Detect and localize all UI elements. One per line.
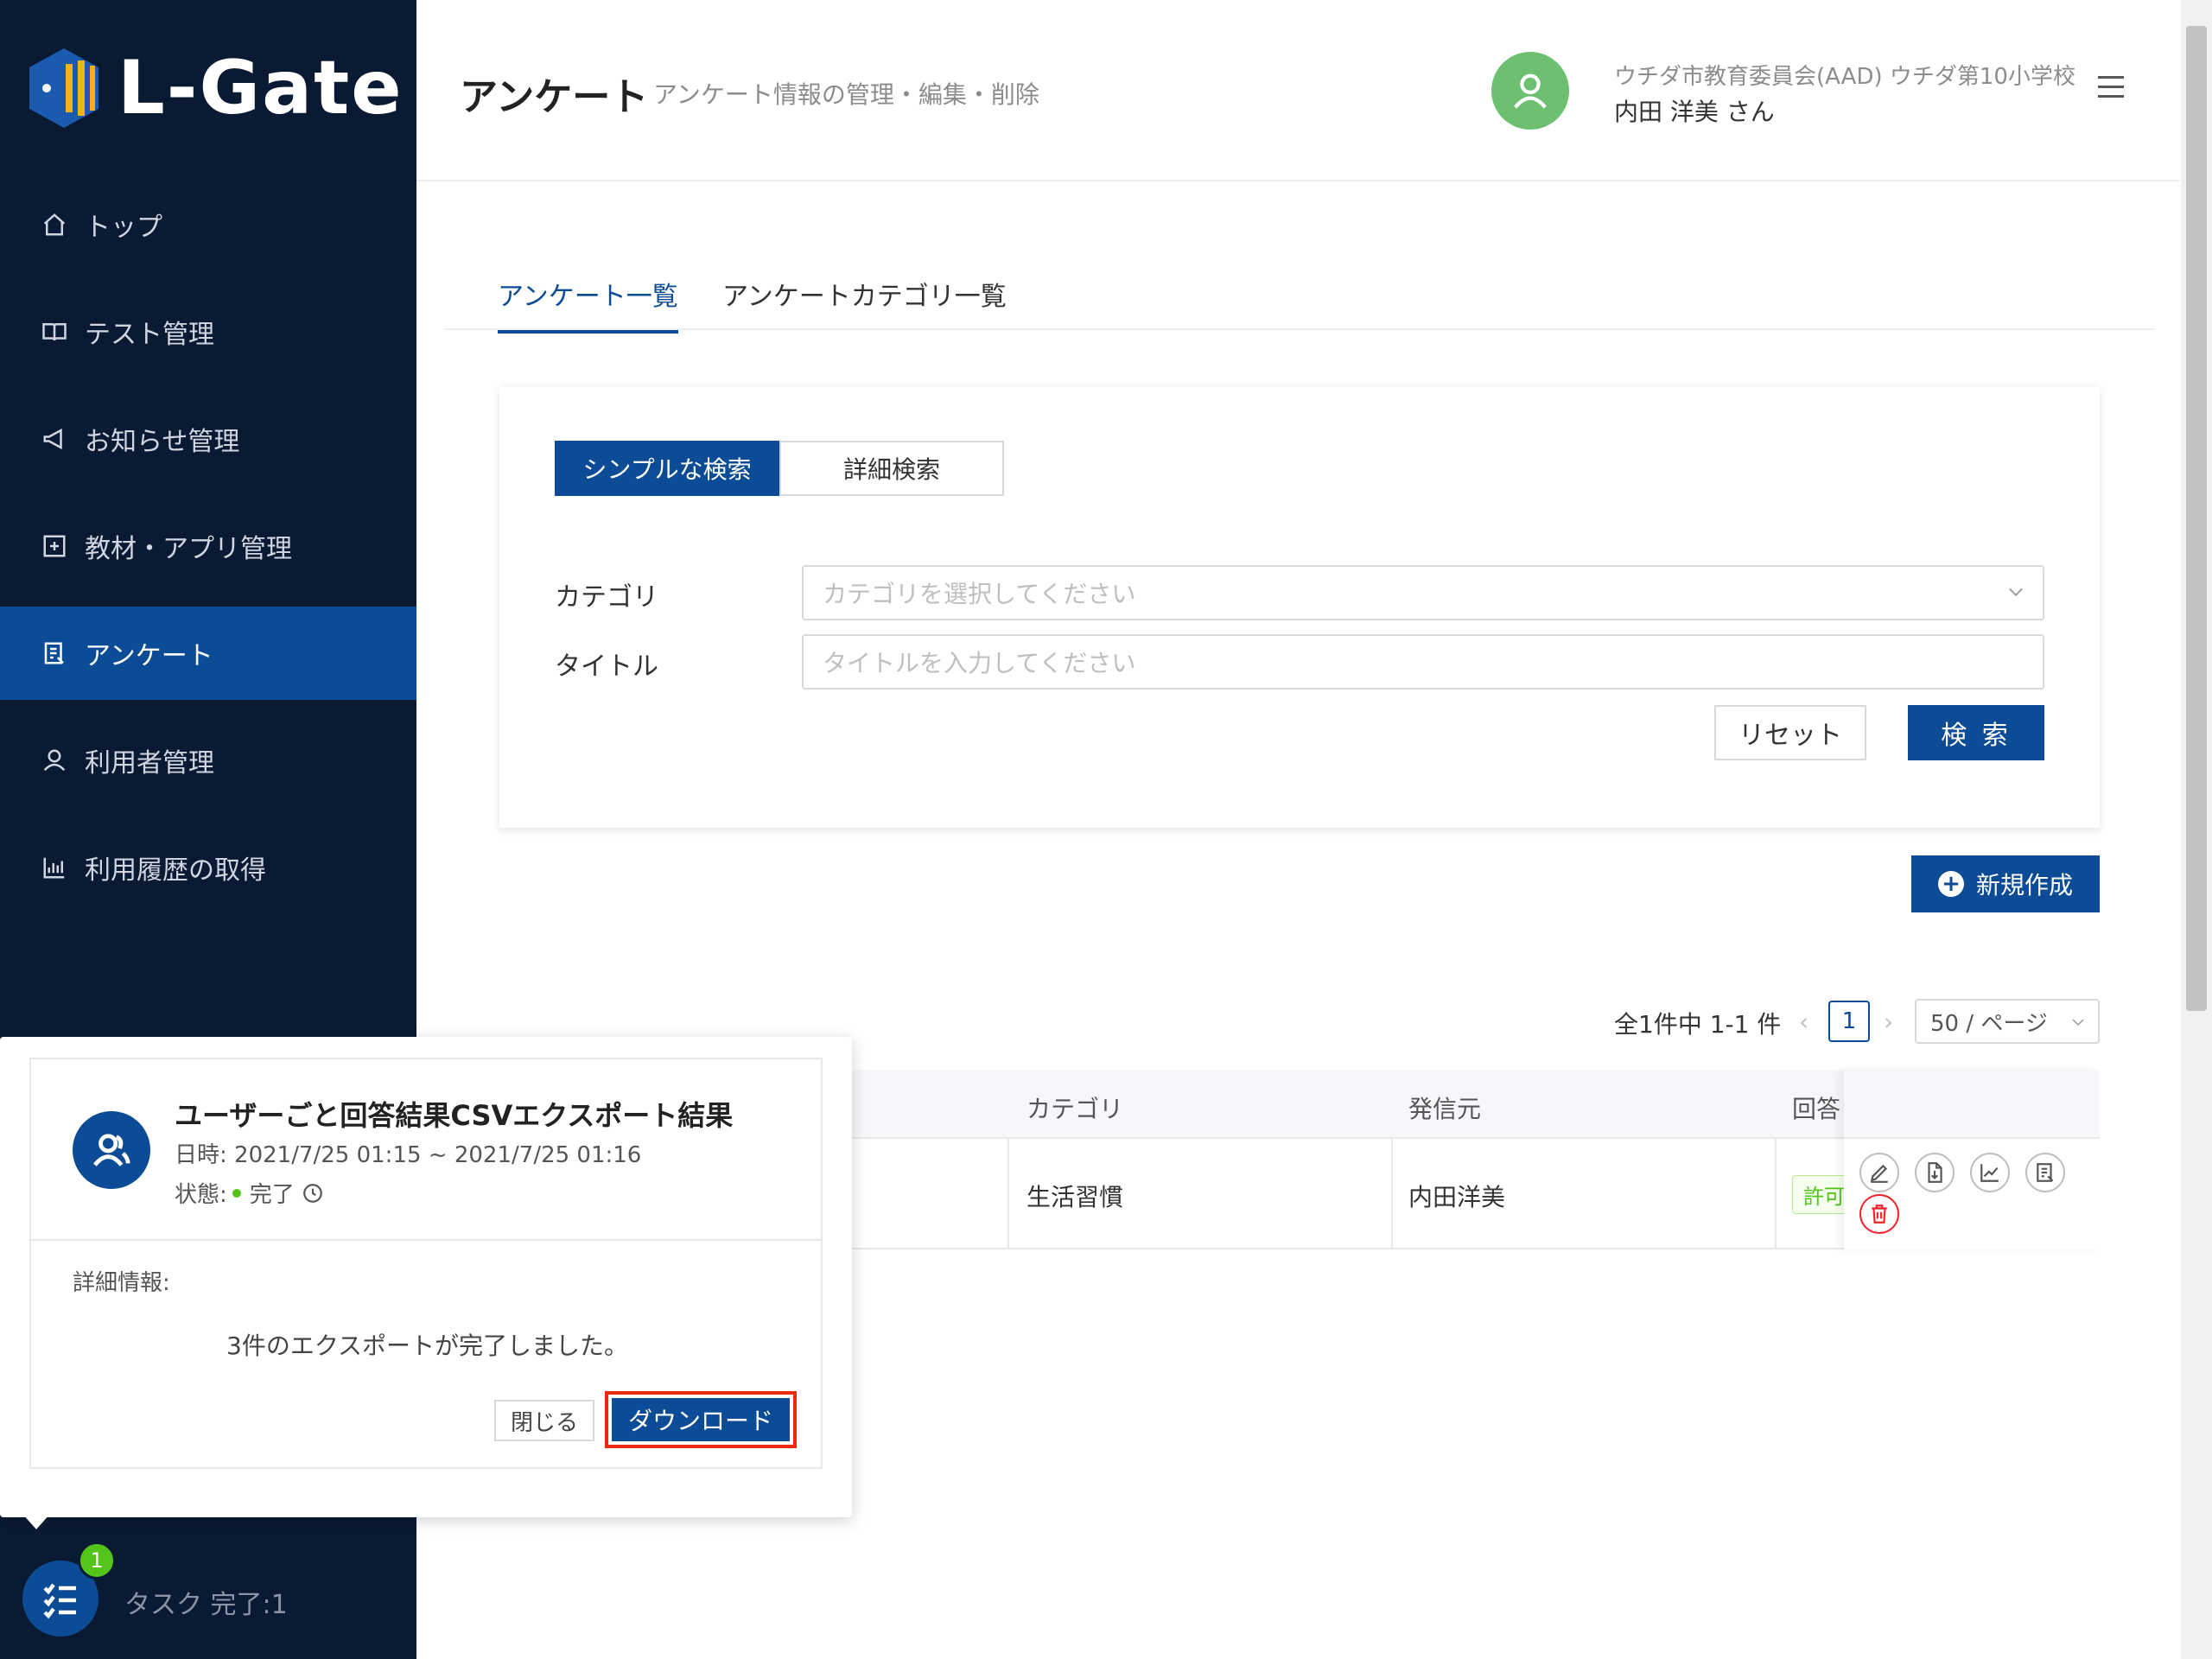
- notification-status: 状態: 完了: [175, 1177, 324, 1209]
- sidebar-item-label: 教材・アプリ管理: [85, 534, 292, 564]
- close-button[interactable]: 閉じる: [494, 1400, 594, 1441]
- megaphone-icon: [40, 424, 69, 454]
- current-page-button[interactable]: 1: [1828, 1001, 1870, 1042]
- sidebar-item-label: トップ: [85, 213, 162, 243]
- download-button[interactable]: ダウンロード: [612, 1398, 790, 1441]
- sidebar-item-users[interactable]: 利用者管理: [0, 714, 416, 807]
- home-icon: [40, 210, 69, 239]
- line-chart-icon[interactable]: [1970, 1153, 2010, 1192]
- title-placeholder: タイトルを入力してください: [823, 649, 1136, 677]
- sidebar-item-label: 利用履歴の取得: [85, 855, 266, 886]
- task-notification-popover: ユーザーごと回答結果CSVエクスポート結果 日時: 2021/7/25 01:1…: [0, 1037, 852, 1517]
- page-size-value: 50 / ページ: [1930, 1010, 2048, 1037]
- page-size-select[interactable]: 50 / ページ: [1915, 999, 2100, 1044]
- category-label: カテゴリ: [555, 582, 658, 613]
- search-button[interactable]: 検 索: [1908, 705, 2044, 760]
- users-icon: [73, 1111, 150, 1189]
- user-name: 内田 洋美 さん: [1614, 98, 1775, 126]
- chevron-down-icon: [2072, 1019, 2084, 1027]
- sidebar-item-label: お知らせ管理: [85, 427, 240, 457]
- title-label: タイトル: [555, 652, 658, 682]
- search-mode-toggle: シンプルな検索 詳細検索: [555, 441, 1004, 496]
- sidebar-item-label: アンケート: [85, 641, 213, 671]
- sidebar-item-survey[interactable]: アンケート: [0, 607, 416, 700]
- category-placeholder: カテゴリを選択してください: [823, 580, 1136, 608]
- tab-bar: アンケート一覧 アンケートカテゴリ一覧: [444, 268, 2155, 334]
- notification-title: ユーザーごと回答結果CSVエクスポート結果: [175, 1099, 734, 1132]
- row-sender: 内田洋美: [1408, 1183, 1506, 1211]
- sidebar-item-materials[interactable]: 教材・アプリ管理: [0, 499, 416, 593]
- task-status-label: タスク 完了:1: [124, 1590, 288, 1620]
- pagination-total: 全1件中 1-1 件: [1614, 1010, 1782, 1039]
- detail-label: 詳細情報:: [73, 1270, 170, 1296]
- bar-chart-icon: [40, 853, 69, 882]
- export-result-card: ユーザーごと回答結果CSVエクスポート結果 日時: 2021/7/25 01:1…: [29, 1058, 823, 1469]
- page-title: アンケート: [460, 75, 649, 119]
- sidebar-nav: トップ テスト管理 お知らせ管理 教材・アプリ管理 アンケート 利用者管理 利用…: [0, 178, 416, 928]
- advanced-search-button[interactable]: 詳細検索: [779, 441, 1004, 496]
- book-icon: [40, 317, 69, 346]
- row-actions: [1844, 1070, 2100, 1249]
- title-input[interactable]: タイトルを入力してください: [802, 634, 2044, 690]
- brand-logo[interactable]: L-Gate: [28, 45, 404, 131]
- download-highlight: ダウンロード: [605, 1391, 797, 1448]
- clock-icon: [302, 1183, 322, 1203]
- page-subtitle: アンケート情報の管理・編集・削除: [653, 80, 1039, 109]
- column-header-answer: 回答: [1792, 1095, 1841, 1123]
- column-header-category: カテゴリ: [1027, 1095, 1124, 1123]
- create-new-label: 新規作成: [1975, 871, 2073, 899]
- user-avatar-icon: [1514, 73, 1547, 109]
- sidebar-item-top[interactable]: トップ: [0, 178, 416, 271]
- tab-survey-list[interactable]: アンケート一覧: [498, 275, 678, 334]
- sidebar-item-notices[interactable]: お知らせ管理: [0, 392, 416, 486]
- task-area: 1 タスク 完了:1: [0, 1521, 416, 1659]
- simple-search-button[interactable]: シンプルな検索: [555, 441, 779, 496]
- plus-circle-icon: +: [1937, 871, 1964, 897]
- survey-result-icon[interactable]: [2025, 1153, 2065, 1192]
- sidebar-item-label: 利用者管理: [85, 748, 214, 779]
- user-icon: [40, 746, 69, 775]
- reset-button[interactable]: リセット: [1714, 705, 1866, 760]
- sidebar-item-tests[interactable]: テスト管理: [0, 285, 416, 378]
- category-select[interactable]: カテゴリを選択してください: [802, 565, 2044, 620]
- notification-date: 日時: 2021/7/25 01:15 ~ 2021/7/25 01:16: [175, 1142, 642, 1168]
- page-header: アンケート アンケート情報の管理・編集・削除 ウチダ市教育委員会(AAD) ウチ…: [416, 0, 2179, 181]
- avatar[interactable]: [1491, 52, 1569, 130]
- delete-icon[interactable]: [1859, 1194, 1899, 1234]
- user-organization: ウチダ市教育委員会(AAD) ウチダ第10小学校: [1614, 64, 2075, 90]
- column-header-sender: 発信元: [1408, 1095, 1482, 1123]
- logo-icon: [29, 48, 99, 128]
- menu-icon[interactable]: [2098, 76, 2124, 99]
- row-category: 生活習慣: [1027, 1183, 1124, 1211]
- plus-square-icon: [40, 531, 69, 561]
- edit-icon[interactable]: [1859, 1153, 1899, 1192]
- detail-message: 3件のエクスポートが完了しました。: [226, 1332, 628, 1360]
- status-label: 状態:: [175, 1182, 227, 1208]
- task-list-icon: [43, 1583, 76, 1619]
- chevron-down-icon: [2009, 588, 2023, 596]
- export-file-icon[interactable]: [1915, 1153, 1955, 1192]
- tab-survey-category-list[interactable]: アンケートカテゴリ一覧: [722, 275, 1007, 330]
- search-card: シンプルな検索 詳細検索 カテゴリ カテゴリを選択してください タイトル タイト…: [499, 387, 2100, 828]
- scrollbar-thumb[interactable]: [2186, 26, 2207, 1011]
- task-count-badge: 1: [78, 1541, 116, 1580]
- create-new-button[interactable]: + 新規作成: [1911, 855, 2100, 912]
- status-dot: [232, 1188, 241, 1198]
- next-page-icon[interactable]: ›: [1884, 1007, 1893, 1036]
- status-value: 完了: [249, 1182, 295, 1208]
- sidebar-item-history[interactable]: 利用履歴の取得: [0, 821, 416, 914]
- popover-arrow: [22, 1514, 50, 1529]
- survey-icon: [40, 639, 69, 668]
- prev-page-icon[interactable]: ‹: [1799, 1007, 1808, 1036]
- brand-name: L-Gate: [118, 45, 404, 131]
- sidebar-item-label: テスト管理: [85, 320, 214, 350]
